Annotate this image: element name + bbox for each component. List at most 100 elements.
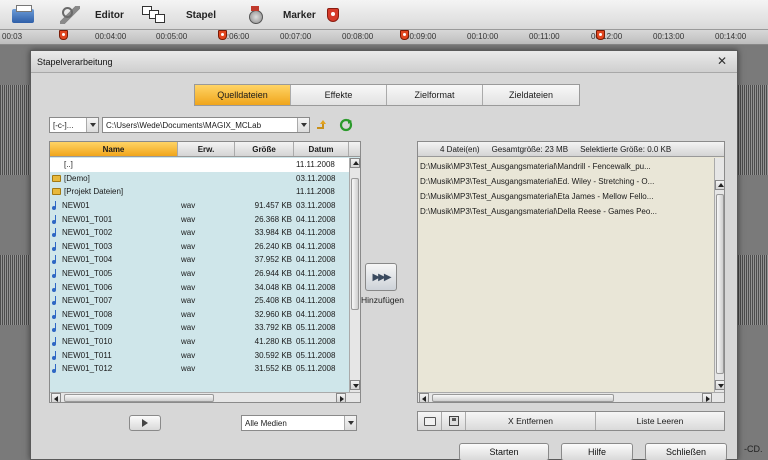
print-button[interactable]: [12, 5, 34, 25]
folder-icon: [52, 188, 61, 196]
tab-target-files[interactable]: Zieldateien: [483, 85, 579, 105]
play-icon: [142, 419, 148, 427]
scroll-thumb[interactable]: [351, 178, 359, 310]
list-item[interactable]: D:\Musik\MP3\Test_Ausgangsmaterial\Mandr…: [420, 159, 712, 174]
tab-target-format[interactable]: Zielformat: [387, 85, 483, 105]
target-list-vscroll[interactable]: [714, 158, 724, 392]
cell-size: 31.552 KB: [254, 364, 292, 374]
table-row[interactable]: NEW01 wav 91.457 KB 03.11.2008: [50, 199, 350, 213]
marker-flag[interactable]: [400, 30, 409, 40]
marker-flag[interactable]: [59, 30, 68, 40]
file-name: NEW01_T008: [62, 309, 113, 319]
table-row[interactable]: NEW01_T005 wav 26.944 KB 04.11.2008: [50, 267, 350, 281]
table-row[interactable]: NEW01_T009 wav 33.792 KB 05.11.2008: [50, 321, 350, 335]
scroll-thumb[interactable]: [432, 394, 614, 402]
start-button[interactable]: Starten: [459, 443, 549, 460]
cell-size: 37.952 KB: [254, 255, 292, 265]
remove-button[interactable]: X Entfernen: [466, 412, 596, 430]
table-row[interactable]: NEW01_T001 wav 26.368 KB 04.11.2008: [50, 212, 350, 226]
cell-date: 04.11.2008: [296, 282, 336, 292]
media-filter-select[interactable]: Alle Medien: [241, 415, 357, 431]
file-list-hscroll[interactable]: [50, 392, 360, 402]
column-header-size[interactable]: Größe: [235, 142, 294, 156]
batch-button[interactable]: Stapel: [142, 5, 216, 25]
file-list-vscroll[interactable]: [349, 158, 360, 392]
timeline-ruler[interactable]: 00:03 00:04:00 00:05:00 00:06:00 00:07:0…: [0, 30, 768, 45]
refresh-icon[interactable]: [339, 118, 353, 132]
target-list-hscroll[interactable]: [418, 392, 724, 402]
list-item[interactable]: D:\Musik\MP3\Test_Ausgangsmaterial\Eta J…: [420, 189, 712, 204]
table-row[interactable]: NEW01_T006 wav 34.048 KB 04.11.2008: [50, 280, 350, 294]
parent-folder-icon: [52, 161, 61, 168]
marker-flag[interactable]: [218, 30, 227, 40]
table-row[interactable]: NEW01_T010 wav 41.280 KB 05.11.2008: [50, 335, 350, 349]
add-button[interactable]: ▶▶▶: [365, 263, 397, 291]
table-row[interactable]: NEW01_T008 wav 32.960 KB 04.11.2008: [50, 308, 350, 322]
cell-size: 26.368 KB: [254, 214, 292, 224]
cell-size: 41.280 KB: [254, 337, 292, 347]
cell-date: 04.11.2008: [296, 228, 336, 238]
table-row[interactable]: NEW01_T002 wav 33.984 KB 04.11.2008: [50, 226, 350, 240]
file-name: NEW01_T009: [62, 323, 113, 333]
column-header-name[interactable]: Name: [50, 142, 178, 156]
scroll-left-button[interactable]: [51, 393, 61, 402]
scroll-down-button[interactable]: [350, 380, 360, 390]
table-row[interactable]: NEW01_T011 wav 30.592 KB 05.11.2008: [50, 348, 350, 362]
editor-button[interactable]: Editor: [60, 5, 124, 25]
background-label: -CD.: [744, 444, 763, 454]
table-row[interactable]: NEW01_T003 wav 26.240 KB 04.11.2008: [50, 240, 350, 254]
clear-list-button[interactable]: Liste Leeren: [596, 412, 724, 430]
cell-date: 05.11.2008: [296, 323, 336, 333]
close-button[interactable]: Schließen: [645, 443, 727, 460]
table-row[interactable]: NEW01_T007 wav 25.408 KB 04.11.2008: [50, 294, 350, 308]
help-button[interactable]: Hilfe: [561, 443, 633, 460]
marker-button[interactable]: Marker: [248, 5, 339, 25]
file-name: [..]: [64, 160, 73, 170]
tools-icon: [60, 6, 80, 24]
tab-source-files[interactable]: Quelldateien: [195, 85, 291, 105]
drive-select[interactable]: [-c-]...: [49, 117, 99, 133]
scroll-thumb[interactable]: [64, 394, 214, 402]
cell-size: 34.048 KB: [254, 282, 292, 292]
cell-size: 25.408 KB: [254, 296, 292, 306]
audio-file-icon: [52, 364, 59, 374]
audio-file-icon: [52, 241, 59, 251]
path-select[interactable]: C:\Users\Wede\Documents\MAGIX_MCLab: [102, 117, 310, 133]
table-row[interactable]: NEW01_T012 wav 31.552 KB 05.11.2008: [50, 362, 350, 376]
ruler-tick: 00:13:00: [653, 32, 685, 41]
marker-label: Marker: [283, 9, 316, 21]
cell-name: NEW01: [50, 201, 178, 211]
save-list-button[interactable]: [442, 412, 466, 430]
file-list-header: Name Erw. Größe Datum: [50, 142, 360, 157]
file-name: NEW01_T007: [62, 296, 113, 306]
scroll-right-button[interactable]: [336, 393, 346, 402]
marker-flag[interactable]: [596, 30, 605, 40]
cell-extension: wav: [181, 228, 196, 238]
scroll-up-button[interactable]: [715, 180, 724, 190]
marker-badge-icon: [326, 8, 339, 22]
dialog-titlebar[interactable]: Stapelverarbeitung ✕: [31, 51, 737, 73]
close-icon[interactable]: ✕: [715, 55, 729, 69]
file-name: NEW01_T001: [62, 214, 113, 224]
column-header-extension[interactable]: Erw.: [178, 142, 235, 156]
column-header-date[interactable]: Datum: [294, 142, 349, 156]
folder-up-icon[interactable]: [315, 118, 329, 132]
list-item[interactable]: D:\Musik\MP3\Test_Ausgangsmaterial\Della…: [420, 204, 712, 219]
table-row[interactable]: [Demo] 03.11.2008: [50, 172, 350, 186]
tab-effects[interactable]: Effekte: [291, 85, 387, 105]
preview-play-button[interactable]: [129, 415, 161, 431]
table-row[interactable]: [..] 11.11.2008: [50, 158, 350, 172]
scroll-up-button[interactable]: [350, 158, 360, 168]
file-count: 4 Datei(en): [440, 144, 480, 154]
scroll-thumb[interactable]: [716, 194, 724, 374]
scroll-down-button[interactable]: [715, 380, 724, 390]
scroll-right-button[interactable]: [702, 393, 712, 402]
scroll-left-button[interactable]: [419, 393, 429, 402]
list-item[interactable]: D:\Musik\MP3\Test_Ausgangsmaterial\Ed. W…: [420, 174, 712, 189]
cell-size: 33.792 KB: [254, 323, 292, 333]
table-row[interactable]: [Projekt Dateien] 11.11.2008: [50, 185, 350, 199]
cell-name: NEW01_T009: [50, 323, 178, 333]
cell-name: [Projekt Dateien]: [50, 187, 178, 196]
open-folder-button[interactable]: [418, 412, 442, 430]
table-row[interactable]: NEW01_T004 wav 37.952 KB 04.11.2008: [50, 253, 350, 267]
